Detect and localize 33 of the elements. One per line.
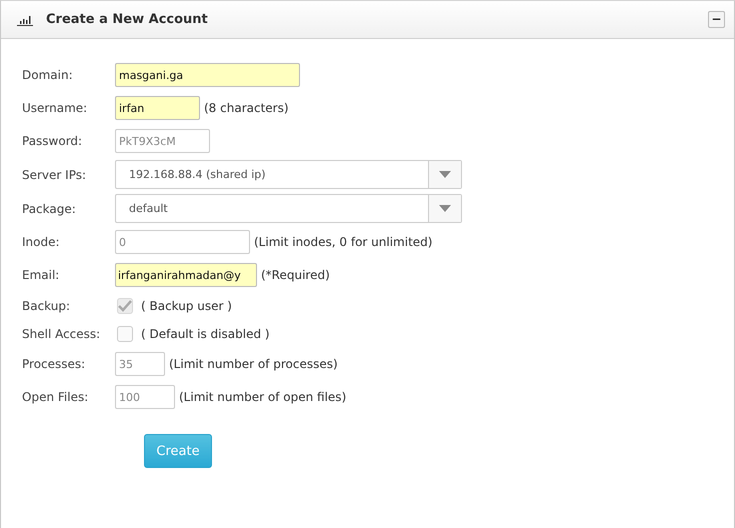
field-label: Server IPs: <box>22 168 88 182</box>
field-label: Email: <box>22 268 60 282</box>
dropdown[interactable]: 192.168.88.4 (shared ip) <box>115 160 462 189</box>
input-field[interactable]: irfanganirahmadan@y <box>115 263 257 287</box>
input-field[interactable]: 0 <box>115 230 250 254</box>
dropdown[interactable]: default <box>115 194 462 223</box>
field-hint: (8 characters) <box>204 101 289 115</box>
input-field[interactable]: 35 <box>115 352 165 376</box>
field-label: Processes: <box>22 357 86 371</box>
field-label: Shell Access: <box>22 327 102 341</box>
field-label: Domain: <box>22 68 74 82</box>
bar-chart-icon <box>17 14 33 26</box>
panel-title: Create a New Account <box>46 12 209 27</box>
input-field[interactable]: PkT9X3cM <box>115 129 210 153</box>
input-field[interactable]: masgani.ga <box>115 63 300 87</box>
field-hint: (*Required) <box>261 268 330 282</box>
field-label: Package: <box>22 202 77 216</box>
field-hint: (Limit inodes, 0 for unlimited) <box>254 235 432 249</box>
input-field[interactable]: irfan <box>115 96 200 120</box>
field-label: Backup: <box>22 299 72 313</box>
field-hint: ( Default is disabled ) <box>141 327 270 341</box>
field-label: Open Files: <box>22 390 90 404</box>
caret-icon <box>439 205 451 212</box>
field-label: Username: <box>22 101 88 115</box>
checkbox[interactable] <box>117 326 133 342</box>
input-field[interactable]: 100 <box>115 385 175 409</box>
field-hint: (Limit number of open files) <box>179 390 346 404</box>
field-label: Password: <box>22 134 84 148</box>
caret-icon <box>439 171 451 178</box>
field-hint: ( Backup user ) <box>141 299 232 313</box>
field-label: Inode: <box>22 235 61 249</box>
collapse-button[interactable]: − <box>708 11 725 28</box>
field-hint: (Limit number of processes) <box>169 357 338 371</box>
